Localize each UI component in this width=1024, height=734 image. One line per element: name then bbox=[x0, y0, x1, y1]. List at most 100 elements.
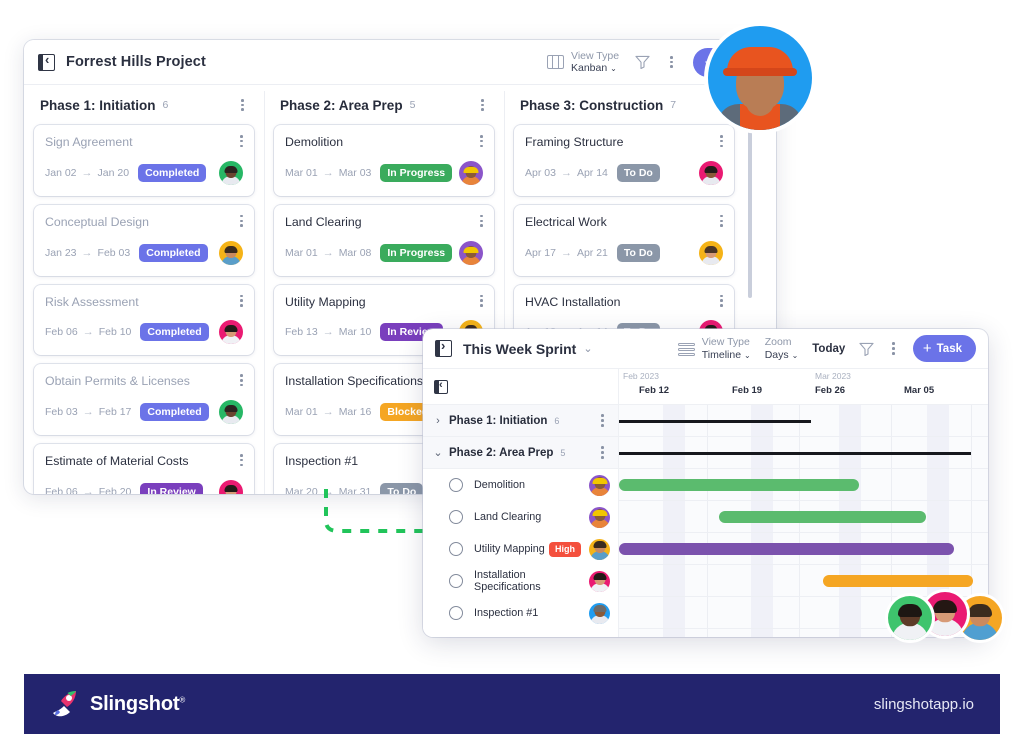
group-more-icon[interactable] bbox=[597, 444, 608, 460]
task-gantt-bar[interactable] bbox=[823, 575, 973, 587]
task-card[interactable]: Framing Structure Apr 03 → Apr 14 To Do bbox=[514, 125, 734, 196]
column-count: 5 bbox=[409, 99, 416, 111]
status-badge: In Review bbox=[140, 482, 203, 494]
timeline-task-row[interactable]: Land Clearing bbox=[423, 501, 618, 533]
column-more-icon[interactable] bbox=[237, 97, 248, 113]
group-more-icon[interactable] bbox=[597, 412, 608, 428]
timeline-view-type-selector[interactable]: View Type Timeline ⌄ bbox=[677, 336, 751, 361]
title-dropdown-icon[interactable]: ⌄ bbox=[583, 342, 592, 355]
column-header: Phase 2: Area Prep 5 bbox=[274, 85, 494, 125]
panel-collapse-icon[interactable] bbox=[38, 51, 55, 71]
group-name: Phase 1: Initiation bbox=[449, 414, 548, 427]
grid-row-line bbox=[619, 564, 988, 565]
column-title: Phase 3: Construction bbox=[520, 97, 664, 113]
timeline-title: This Week Sprint bbox=[463, 340, 577, 357]
task-checkbox[interactable] bbox=[449, 574, 463, 588]
task-name: Demolition bbox=[474, 479, 526, 491]
task-card[interactable]: Demolition Mar 01 → Mar 03 In Progress bbox=[274, 125, 494, 196]
kanban-column: Phase 1: Initiation 6 Sign Agreement Jan… bbox=[24, 85, 264, 494]
panel-expand-icon[interactable] bbox=[435, 337, 452, 357]
card-dates: Mar 20 → Mar 31 bbox=[285, 485, 372, 494]
card-dates: Jan 23 → Feb 03 bbox=[45, 246, 131, 259]
task-name: Installation Specifications bbox=[474, 569, 541, 593]
task-title: Land Clearing bbox=[285, 214, 362, 229]
layers-icon bbox=[677, 342, 695, 356]
card-more-icon[interactable] bbox=[476, 293, 487, 309]
timeline-add-task-button[interactable]: + Task bbox=[912, 335, 976, 362]
timeline-task-row[interactable]: Inspection #1 bbox=[423, 597, 618, 629]
task-card[interactable]: Conceptual Design Jan 23 → Feb 03 Completed bbox=[34, 204, 254, 276]
group-gantt-bar[interactable] bbox=[619, 452, 971, 455]
column-header: Phase 3: Construction 7 bbox=[514, 85, 734, 125]
task-card[interactable]: Sign Agreement Jan 02 → Jan 20 Completed bbox=[34, 125, 254, 196]
status-badge: Completed bbox=[138, 163, 207, 182]
construction-worker-avatar bbox=[708, 26, 812, 130]
task-name: Land Clearing bbox=[474, 511, 542, 523]
group-toggle-icon[interactable]: › bbox=[431, 415, 445, 427]
task-title: Conceptual Design bbox=[45, 214, 149, 229]
filter-icon[interactable] bbox=[635, 55, 650, 69]
card-more-icon[interactable] bbox=[716, 293, 727, 309]
task-title: Sign Agreement bbox=[45, 135, 133, 149]
card-dates: Feb 13 → Mar 10 bbox=[285, 326, 372, 339]
card-more-icon[interactable] bbox=[716, 213, 727, 229]
card-more-icon[interactable] bbox=[236, 213, 247, 229]
column-header: Phase 1: Initiation 6 bbox=[34, 85, 254, 125]
timeline-task-row[interactable]: Demolition bbox=[423, 469, 618, 501]
grid-row-line bbox=[619, 468, 988, 469]
zoom-value: Days ⌄ bbox=[764, 348, 799, 361]
task-gantt-bar[interactable] bbox=[619, 479, 859, 491]
task-checkbox[interactable] bbox=[449, 542, 463, 556]
timeline-task-row[interactable]: Utility Mapping High bbox=[423, 533, 618, 565]
task-checkbox[interactable] bbox=[449, 606, 463, 620]
card-more-icon[interactable] bbox=[236, 452, 247, 468]
task-title: Utility Mapping bbox=[285, 294, 366, 309]
card-more-icon[interactable] bbox=[236, 133, 247, 149]
timeline-group-row[interactable]: ⌄ Phase 2: Area Prep 5 bbox=[423, 437, 618, 469]
panel-collapse-icon[interactable] bbox=[434, 378, 448, 394]
group-toggle-icon[interactable]: ⌄ bbox=[431, 446, 445, 459]
card-more-icon[interactable] bbox=[236, 372, 247, 388]
task-card[interactable]: Obtain Permits & Licenses Feb 03 → Feb 17 C… bbox=[34, 364, 254, 435]
today-button[interactable]: Today bbox=[812, 343, 845, 355]
task-card[interactable]: Electrical Work Apr 17 → Apr 21 To Do bbox=[514, 204, 734, 276]
task-card[interactable]: Risk Assessment Feb 06 → Feb 10 Completed bbox=[34, 284, 254, 356]
view-type-label: View Type bbox=[571, 49, 620, 62]
task-card[interactable]: Land Clearing Mar 01 → Mar 08 In Progress bbox=[274, 204, 494, 276]
card-dates: Feb 03 → Feb 17 bbox=[45, 406, 132, 418]
rocket-logo-icon bbox=[53, 691, 76, 717]
card-more-icon[interactable] bbox=[476, 213, 487, 229]
card-more-icon[interactable] bbox=[716, 133, 727, 149]
avatar bbox=[219, 160, 243, 185]
status-badge: To Do bbox=[616, 163, 660, 182]
status-badge: In Progress bbox=[380, 243, 453, 262]
task-card[interactable]: Estimate of Material Costs Feb 06 → Feb 20… bbox=[34, 444, 254, 494]
card-more-icon[interactable] bbox=[236, 293, 247, 309]
task-gantt-bar[interactable] bbox=[619, 543, 954, 555]
zoom-selector[interactable]: Zoom Days ⌄ bbox=[765, 336, 799, 360]
timeline-filter-icon[interactable] bbox=[859, 342, 874, 356]
axis-week-label: Feb 12 bbox=[639, 385, 670, 396]
status-badge: To Do bbox=[380, 482, 424, 494]
task-checkbox[interactable] bbox=[449, 478, 463, 492]
timeline-more-options-icon[interactable] bbox=[888, 340, 899, 356]
axis-week-label: Feb 26 bbox=[815, 385, 846, 396]
timeline-view-type-label: View Type bbox=[701, 336, 750, 349]
card-more-icon[interactable] bbox=[476, 133, 487, 149]
grid-line bbox=[707, 405, 708, 637]
column-count: 6 bbox=[162, 99, 169, 111]
task-checkbox[interactable] bbox=[449, 510, 463, 524]
timeline-task-row[interactable]: Installation Specifications bbox=[423, 565, 618, 597]
timeline-list-header bbox=[423, 369, 619, 404]
task-title: Estimate of Material Costs bbox=[45, 454, 189, 468]
column-more-icon[interactable] bbox=[477, 97, 488, 113]
team-avatar[interactable] bbox=[888, 596, 932, 640]
group-gantt-bar[interactable] bbox=[619, 420, 811, 423]
avatar bbox=[219, 320, 243, 345]
timeline-group-row[interactable]: › Phase 1: Initiation 6 bbox=[423, 405, 618, 437]
grid-row-line bbox=[619, 500, 988, 501]
view-type-selector[interactable]: View Type Kanban ⌄ bbox=[547, 50, 619, 74]
task-gantt-bar[interactable] bbox=[719, 511, 926, 523]
more-options-icon[interactable] bbox=[666, 54, 677, 70]
grid-row-line bbox=[619, 532, 988, 533]
